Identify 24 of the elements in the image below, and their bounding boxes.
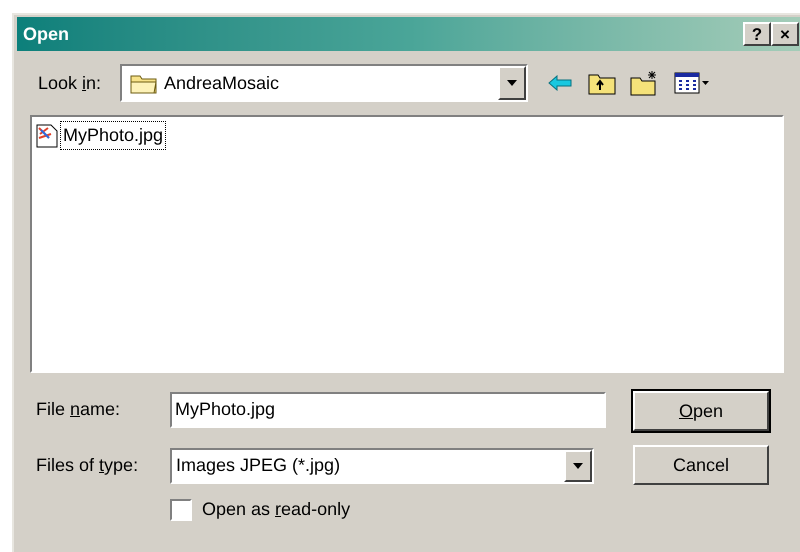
image-file-icon [36, 124, 58, 148]
close-button[interactable]: × [771, 22, 799, 46]
view-menu-icon[interactable] [674, 71, 710, 95]
help-button[interactable]: ? [743, 22, 771, 46]
file-type-value: Images JPEG (*.jpg) [175, 454, 342, 477]
file-name: MyPhoto.jpg [60, 121, 166, 150]
open-button[interactable]: Open [633, 391, 769, 431]
look-in-label: Look in: [38, 72, 102, 94]
caret-icon [573, 462, 583, 468]
cancel-button[interactable]: Cancel [633, 445, 769, 485]
window-title: Open [23, 22, 70, 46]
folder-name: AndreaMosaic [164, 72, 280, 94]
dropdown-button[interactable] [564, 450, 592, 482]
dropdown-button[interactable] [498, 66, 526, 100]
read-only-checkbox[interactable] [170, 498, 192, 520]
file-name-label: File name: [36, 398, 122, 421]
file-type-dropdown[interactable]: Images JPEG (*.jpg) [170, 448, 594, 484]
file-name-field[interactable]: MyPhoto.jpg [170, 392, 606, 428]
read-only-label: Open as read-only [202, 498, 350, 521]
file-item[interactable]: MyPhoto.jpg [36, 121, 778, 150]
look-in-dropdown[interactable]: AndreaMosaic [120, 64, 528, 102]
caret-icon [507, 80, 517, 86]
back-arrow-icon[interactable] [548, 75, 572, 91]
file-type-label: Files of type: [36, 454, 140, 477]
